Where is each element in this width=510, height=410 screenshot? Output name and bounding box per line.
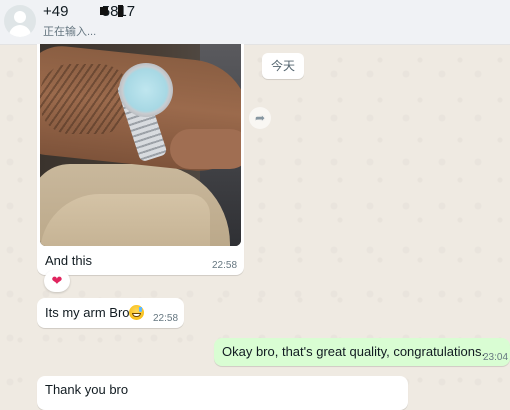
photo-caption: And this: [45, 253, 92, 268]
contact-avatar[interactable]: [4, 5, 36, 37]
incoming-message[interactable]: Its my arm Bro 22:58: [37, 298, 184, 328]
avatar-body-shape: [9, 25, 31, 37]
photo-hand: [170, 129, 241, 169]
avatar-head-shape: [14, 11, 26, 23]
watch-photo[interactable]: [40, 44, 241, 246]
redaction-mark: [100, 7, 108, 15]
message-text: Thank you bro: [45, 382, 129, 397]
watch-dial: [119, 63, 173, 117]
photo-message-bubble[interactable]: And this 22:58: [37, 44, 244, 275]
photo-arm-hair: [40, 64, 130, 134]
typing-status: 正在输入...: [43, 26, 97, 38]
redaction-mark: [118, 5, 123, 17]
date-divider: 今天: [262, 53, 304, 79]
message-text: Its my arm Bro: [45, 305, 130, 320]
forward-arrow-icon[interactable]: ➦: [249, 107, 271, 129]
grinning-sweat-emoji: [129, 305, 144, 320]
outgoing-message[interactable]: Okay bro, that's great quality, congratu…: [214, 338, 510, 366]
message-timestamp: 22:58: [212, 260, 238, 271]
message-text: Okay bro, that's great quality, congratu…: [222, 344, 486, 359]
message-timestamp: 23:04: [483, 352, 509, 363]
incoming-message[interactable]: Thank you bro: [37, 376, 408, 410]
chat-header[interactable]: +49 5817 正在输入...: [0, 0, 510, 45]
heart-reaction-icon[interactable]: ❤: [44, 270, 70, 292]
message-timestamp: 22:58: [153, 313, 179, 324]
